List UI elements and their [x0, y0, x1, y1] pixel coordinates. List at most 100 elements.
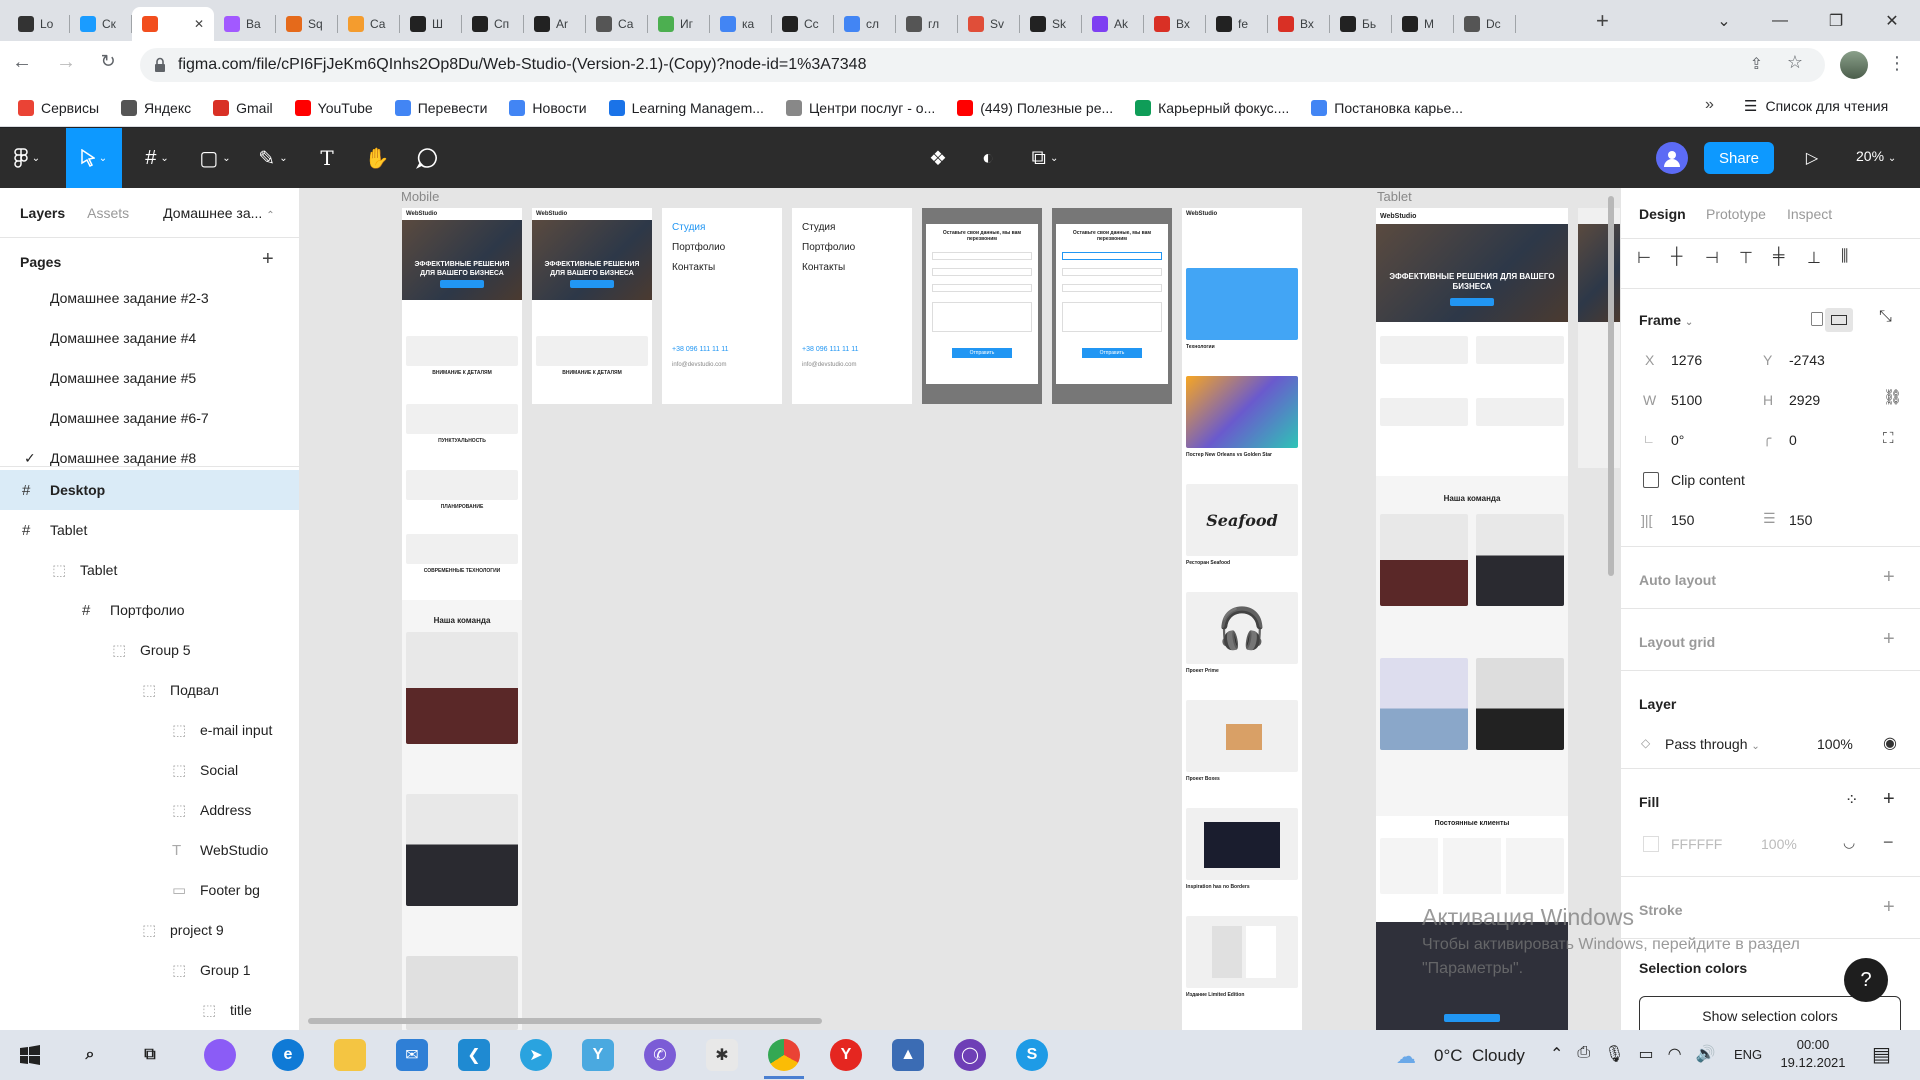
add-layout-grid-icon[interactable]: +	[1883, 628, 1895, 651]
tab-design[interactable]: Design	[1639, 206, 1686, 222]
mobile-frame-home[interactable]: WebStudio ЭФФЕКТИВНЫЕ РЕШЕНИЯ ДЛЯ ВАШЕГО…	[402, 208, 522, 1030]
device-icon[interactable]: ⎙	[1577, 1044, 1590, 1064]
skype-icon[interactable]: S	[1016, 1039, 1048, 1071]
eye-icon[interactable]: ◉	[1883, 733, 1897, 753]
align-top-icon[interactable]: ⊤	[1739, 248, 1761, 268]
taskbar-app-icon[interactable]	[204, 1039, 236, 1071]
boolean-icon[interactable]: ⧉ ⌄	[1020, 128, 1070, 188]
comment-tool-icon[interactable]	[408, 128, 446, 188]
bookmarks-overflow-icon[interactable]: »	[1705, 96, 1714, 114]
landscape-icon[interactable]	[1825, 308, 1853, 332]
new-tab-icon[interactable]: +	[1596, 8, 1609, 34]
bookmark-item[interactable]: YouTube	[294, 99, 373, 116]
reload-icon[interactable]: ↻	[94, 51, 122, 72]
mask-icon[interactable]: ◐	[968, 128, 1008, 188]
browser-tab[interactable]: Иг	[648, 7, 710, 41]
rotation-input[interactable]: 0°	[1671, 432, 1684, 448]
language-indicator[interactable]: ENG	[1734, 1047, 1762, 1062]
weather-text[interactable]: 0°C Cloudy	[1434, 1046, 1525, 1066]
vscode-icon[interactable]: ❮	[458, 1039, 490, 1071]
blend-mode-select[interactable]: Pass through ⌄	[1665, 736, 1760, 752]
browser-tab[interactable]: Ва	[214, 7, 276, 41]
distribute-icon[interactable]: ⫼	[1841, 248, 1863, 268]
close-window-icon[interactable]: ✕	[1864, 0, 1920, 41]
bookmark-item[interactable]: Центри послуг - о...	[785, 99, 935, 116]
layer-row[interactable]: T WebStudio	[0, 830, 299, 870]
layer-row[interactable]: ⬚ e-mail input	[0, 710, 299, 750]
add-auto-layout-icon[interactable]: +	[1883, 566, 1895, 589]
align-bottom-icon[interactable]: ⊥	[1807, 248, 1829, 268]
independent-corners-icon[interactable]: ⛶	[1883, 430, 1894, 447]
layer-row[interactable]: ⬚ Group 1	[0, 950, 299, 990]
bookmark-item[interactable]: Перевести	[394, 99, 487, 116]
microphone-icon[interactable]: 🎙	[1604, 1044, 1624, 1064]
bookmark-star-icon[interactable]: ☆	[1787, 52, 1803, 73]
page-item[interactable]: Домашнее задание #2-3	[0, 278, 299, 318]
omnibox[interactable]: figma.com/file/cPI6FjJeKm6QInhs2Op8Du/We…	[140, 48, 1825, 82]
fill-opacity-input[interactable]: 100%	[1761, 836, 1797, 852]
bookmark-item[interactable]: Новости	[509, 99, 587, 116]
height-input[interactable]: 2929	[1789, 392, 1820, 408]
wifi-icon[interactable]: ◠	[1668, 1044, 1682, 1064]
corner-radius-input[interactable]: 0	[1789, 432, 1797, 448]
frame-section-title[interactable]: Frame ⌄	[1639, 312, 1693, 328]
remove-fill-icon[interactable]: −	[1883, 832, 1894, 853]
battery-icon[interactable]: ▭	[1639, 1044, 1654, 1064]
resize-to-fit-icon[interactable]: ⤡	[1879, 308, 1892, 326]
figma-main-menu-icon[interactable]: ⌄	[0, 128, 54, 188]
mail-icon[interactable]: ✉	[396, 1039, 428, 1071]
zoom-level[interactable]: 20% ⌄	[1856, 148, 1896, 164]
fill-hex-input[interactable]: FFFFFF	[1671, 836, 1722, 852]
present-icon[interactable]: ▷	[1798, 128, 1826, 188]
edge-icon[interactable]: e	[272, 1039, 304, 1071]
start-icon[interactable]	[14, 1039, 46, 1071]
fill-visibility-icon[interactable]: ◡	[1843, 834, 1855, 851]
fill-color-swatch[interactable]	[1643, 836, 1659, 852]
move-tool-icon[interactable]: ⌄	[66, 128, 122, 188]
notifications-icon[interactable]: ▤	[1872, 1042, 1891, 1067]
add-stroke-icon[interactable]: +	[1883, 896, 1895, 919]
browser-tab[interactable]: Са	[338, 7, 400, 41]
browser-tab[interactable]: Sv	[958, 7, 1020, 41]
layer-row[interactable]: ⬚ title	[0, 990, 299, 1030]
browser-tab[interactable]: Вх	[1144, 7, 1206, 41]
bookmark-item[interactable]: Карьерный фокус....	[1135, 99, 1289, 116]
tab-inspect[interactable]: Inspect	[1787, 206, 1832, 222]
yammer-icon[interactable]: Y	[582, 1039, 614, 1071]
pen-tool-icon[interactable]: ✎ ⌄	[248, 128, 298, 188]
frame-tool-icon[interactable]: # ⌄	[132, 128, 182, 188]
y-input[interactable]: -2743	[1789, 352, 1825, 368]
browser-tab[interactable]: Cк	[70, 7, 132, 41]
page-item[interactable]: Домашнее задание #4	[0, 318, 299, 358]
browser-tab[interactable]: Sk	[1020, 7, 1082, 41]
browser-tab[interactable]: М	[1392, 7, 1454, 41]
minimize-icon[interactable]: —	[1752, 0, 1808, 41]
browser-tab[interactable]: сл	[834, 7, 896, 41]
task-view-icon[interactable]: ⧉	[134, 1039, 166, 1071]
telegram-icon[interactable]: ➤	[520, 1039, 552, 1071]
tab-search-icon[interactable]: ⌄	[1696, 0, 1752, 41]
profile-avatar[interactable]	[1840, 51, 1868, 79]
browser-tab[interactable]: Са	[586, 7, 648, 41]
layer-row[interactable]: # Портфолио	[0, 590, 299, 630]
forward-icon[interactable]: →	[52, 51, 80, 74]
bookmark-item[interactable]: Сервисы	[18, 99, 99, 116]
x-input[interactable]: 1276	[1671, 352, 1702, 368]
components-icon[interactable]: ❖	[918, 128, 958, 188]
user-avatar[interactable]	[1656, 142, 1688, 174]
layer-row[interactable]: ▭ Footer bg	[0, 870, 299, 910]
hand-tool-icon[interactable]: ✋	[358, 128, 396, 188]
layer-row[interactable]: # Tablet	[0, 510, 299, 550]
tab-layers[interactable]: Layers	[20, 205, 65, 221]
align-right-icon[interactable]: ⊣	[1705, 248, 1727, 268]
align-left-icon[interactable]: ⊢	[1637, 248, 1659, 268]
browser-tab[interactable]: Ak	[1082, 7, 1144, 41]
layer-row[interactable]: ⬚ Подвал	[0, 670, 299, 710]
browser-tab[interactable]: Ш	[400, 7, 462, 41]
browser-tab[interactable]: Бь	[1330, 7, 1392, 41]
layer-row[interactable]: ⬚ Social	[0, 750, 299, 790]
slack-icon[interactable]: ✱	[706, 1039, 738, 1071]
browser-tab[interactable]: ка	[710, 7, 772, 41]
help-button[interactable]: ?	[1844, 958, 1888, 1002]
mobile-frame-menu-2[interactable]: Студия Портфолио Контакты +38 096 111 11…	[792, 208, 912, 404]
